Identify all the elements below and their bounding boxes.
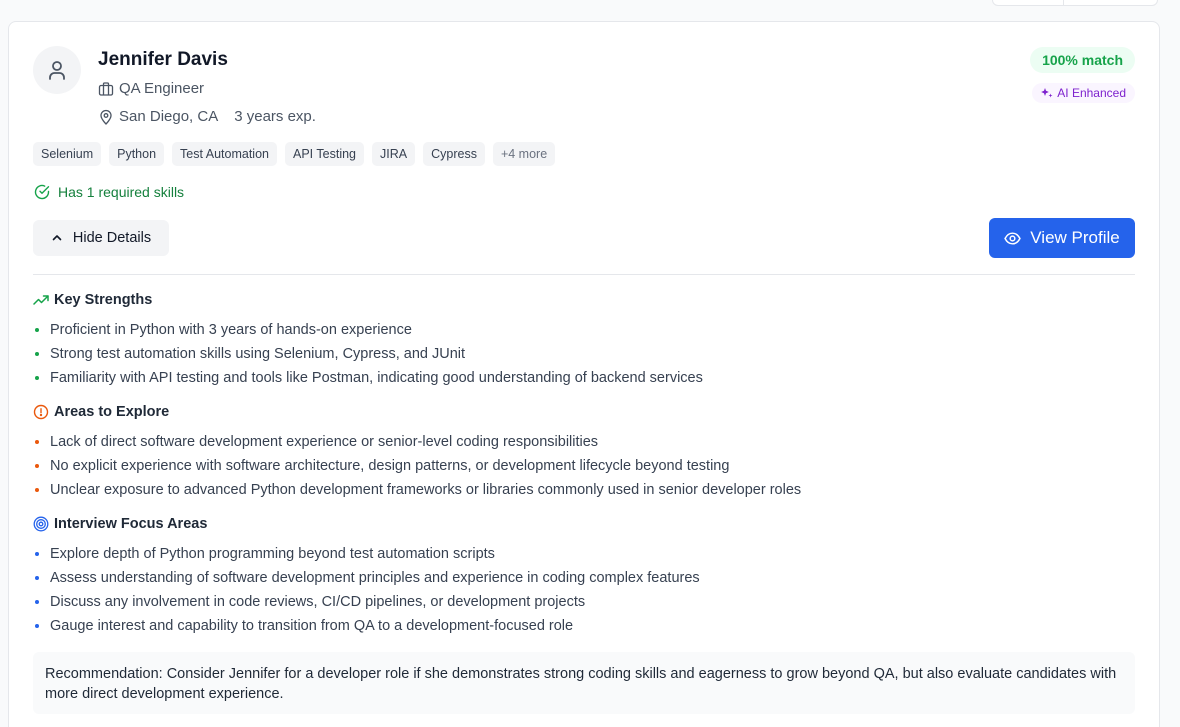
required-skills-note: Has 1 required skills xyxy=(34,184,184,200)
areas-to-explore-heading: Areas to Explore xyxy=(33,404,169,420)
skill-tag: Selenium xyxy=(33,142,102,166)
user-icon xyxy=(49,61,65,80)
ai-enhanced-badge: AI Enhanced xyxy=(1032,83,1135,103)
chevron-up-icon xyxy=(52,235,62,241)
list-item: Familiarity with API testing and tools l… xyxy=(35,366,703,390)
list-item: Lack of direct software development expe… xyxy=(35,430,801,454)
list-item: Explore depth of Python programming beyo… xyxy=(35,542,700,566)
areas-to-explore-title: Areas to Explore xyxy=(54,404,170,420)
hide-details-button[interactable]: Hide Details xyxy=(33,220,169,256)
trending-up-icon xyxy=(33,295,49,305)
focus-text: Assess understanding of software develop… xyxy=(50,570,700,586)
focus-text: Discuss any involvement in code reviews,… xyxy=(50,594,586,610)
explore-text: Lack of direct software development expe… xyxy=(50,434,599,450)
strength-text: Strong test automation skills using Sele… xyxy=(50,346,466,362)
check-circle-icon xyxy=(34,184,50,200)
candidate-role: QA Engineer xyxy=(119,80,205,97)
view-profile-button[interactable]: View Profile xyxy=(989,218,1135,258)
sparkles-icon xyxy=(1041,88,1053,98)
more-skills-tag[interactable]: +4 more xyxy=(492,142,556,166)
list-item: Unclear exposure to advanced Python deve… xyxy=(35,478,801,502)
skill-tag: JIRA xyxy=(372,142,416,166)
list-item: Assess understanding of software develop… xyxy=(35,566,700,590)
list-item: Discuss any involvement in code reviews,… xyxy=(35,590,700,614)
focus-text: Gauge interest and capability to transit… xyxy=(50,618,574,634)
skill-tag: Test Automation xyxy=(172,142,277,166)
match-badge: 100% match xyxy=(1030,47,1135,73)
strength-text: Familiarity with API testing and tools l… xyxy=(50,370,703,386)
interview-focus-heading: Interview Focus Areas xyxy=(33,516,207,532)
candidate-name: Jennifer Davis xyxy=(98,49,228,70)
avatar xyxy=(33,46,81,94)
target-icon xyxy=(33,516,49,532)
eye-icon xyxy=(1004,231,1022,245)
interview-focus-title: Interview Focus Areas xyxy=(54,516,208,532)
recommendation-box: Recommendation: Consider Jennifer for a … xyxy=(33,652,1135,714)
list-item: Strong test automation skills using Sele… xyxy=(35,342,703,366)
candidate-location: San Diego, CA xyxy=(119,108,219,125)
divider xyxy=(33,274,1135,275)
skill-tag: Cypress xyxy=(423,142,485,166)
focus-text: Explore depth of Python programming beyo… xyxy=(50,546,495,562)
list-item: Proficient in Python with 3 years of han… xyxy=(35,318,703,342)
areas-to-explore-list: Lack of direct software development expe… xyxy=(35,430,801,502)
map-pin-icon xyxy=(100,109,112,125)
key-strengths-title: Key Strengths xyxy=(54,292,153,308)
location-row: San Diego, CA 3 years exp. xyxy=(98,108,316,125)
explore-text: No explicit experience with software arc… xyxy=(50,458,730,474)
candidate-experience: 3 years exp. xyxy=(234,108,316,125)
interview-focus-list: Explore depth of Python programming beyo… xyxy=(35,542,700,638)
strength-text: Proficient in Python with 3 years of han… xyxy=(50,322,412,338)
view-profile-label: View Profile xyxy=(1030,228,1120,247)
required-skills-text: Has 1 required skills xyxy=(58,184,185,200)
list-item: Gauge interest and capability to transit… xyxy=(35,614,700,638)
briefcase-icon xyxy=(98,81,114,96)
role-row: QA Engineer xyxy=(98,80,204,97)
list-item: No explicit experience with software arc… xyxy=(35,454,801,478)
skill-tag: Python xyxy=(109,142,165,166)
skill-tag: API Testing xyxy=(285,142,365,166)
key-strengths-list: Proficient in Python with 3 years of han… xyxy=(35,318,703,390)
ai-enhanced-label: AI Enhanced xyxy=(1057,86,1126,100)
top-toggle-partial[interactable] xyxy=(992,0,1158,6)
explore-text: Unclear exposure to advanced Python deve… xyxy=(50,482,802,498)
key-strengths-heading: Key Strengths xyxy=(33,292,152,308)
hide-details-label: Hide Details xyxy=(72,230,152,246)
skill-tags: Selenium Python Test Automation API Test… xyxy=(33,142,556,166)
alert-circle-icon xyxy=(33,404,49,420)
candidate-card: Jennifer Davis QA Engineer San Diego, CA… xyxy=(8,21,1160,727)
